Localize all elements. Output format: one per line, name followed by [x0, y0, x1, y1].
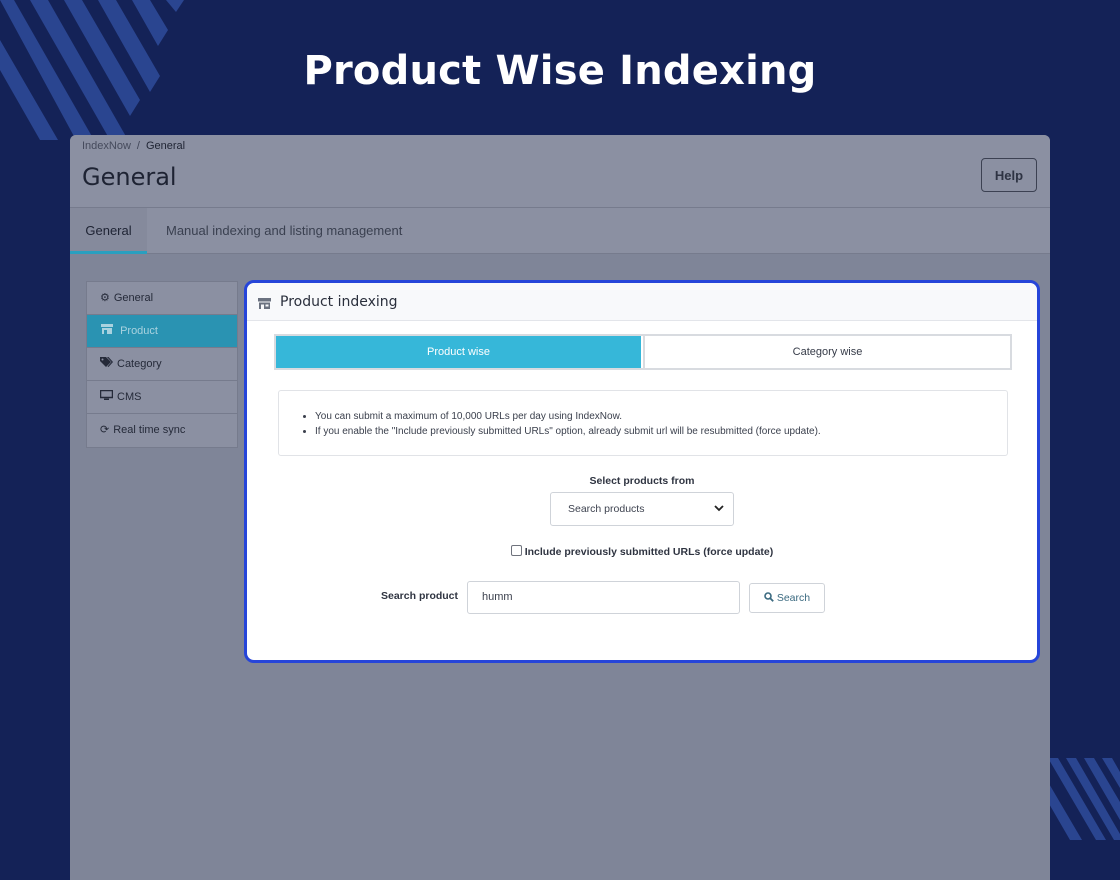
force-update-row: Include previously submitted URLs (force…: [247, 545, 1037, 558]
force-update-label[interactable]: Include previously submitted URLs (force…: [525, 546, 774, 558]
select-value: Search products: [568, 503, 645, 515]
select-products-dropdown[interactable]: Search products: [550, 492, 734, 526]
product-wise-button[interactable]: Product wise: [276, 336, 641, 368]
breadcrumb-item-general: General: [145, 140, 186, 152]
tab-manual-indexing[interactable]: Manual indexing and listing management: [166, 208, 402, 254]
page-title: General: [82, 163, 177, 191]
search-button[interactable]: Search: [749, 583, 825, 613]
force-update-checkbox[interactable]: [510, 545, 522, 556]
info-item: You can submit a maximum of 10,000 URLs …: [315, 409, 1007, 424]
panel-title: Product indexing: [280, 294, 398, 310]
hero-title: Product Wise Indexing: [303, 48, 817, 94]
tags-icon: [100, 348, 113, 380]
sidebar-item-cms[interactable]: CMS: [87, 381, 237, 414]
sidebar-item-general[interactable]: ⚙ General: [87, 282, 237, 315]
sidebar-menu: ⚙ General Product Category CMS ⟳ Real time…: [86, 281, 238, 448]
refresh-icon: ⟳: [100, 424, 110, 436]
tab-bar: General Manual indexing and listing mana…: [70, 208, 1050, 254]
sidebar-item-label: CMS: [117, 391, 142, 403]
sidebar-item-label: Category: [117, 358, 162, 370]
search-product-label: Search product: [381, 590, 459, 602]
breadcrumb: IndexNow / General: [82, 140, 185, 152]
sidebar-item-label: Real time sync: [113, 424, 186, 436]
gear-icon: ⚙: [100, 292, 110, 304]
category-wise-button[interactable]: Category wise: [643, 336, 1010, 368]
search-icon: [764, 592, 777, 604]
sidebar-item-label: Product: [120, 325, 158, 337]
help-button[interactable]: Help: [981, 158, 1037, 192]
sidebar-item-label: General: [113, 292, 154, 304]
product-indexing-panel: Product indexing Product wise Category w…: [244, 280, 1040, 663]
decorative-stripes-bottom-right: [1048, 758, 1120, 840]
breadcrumb-separator: /: [136, 140, 140, 152]
monitor-icon: [99, 381, 114, 413]
sidebar-item-real-time-sync[interactable]: ⟳ Real time sync: [87, 414, 237, 447]
sidebar-item-category[interactable]: Category: [87, 348, 237, 381]
select-products-label: Select products from: [589, 475, 695, 487]
info-item: If you enable the "Include previously su…: [315, 424, 1007, 439]
search-product-input[interactable]: humm: [467, 581, 740, 614]
chevron-down-icon: [714, 493, 724, 525]
breadcrumb-item-indexnow[interactable]: IndexNow: [82, 140, 131, 152]
search-button-label: Search: [776, 592, 811, 604]
indexing-mode-switcher: Product wise Category wise: [274, 334, 1012, 370]
page-header: IndexNow / General General Help: [70, 135, 1050, 208]
tab-general[interactable]: General: [70, 208, 147, 254]
panel-header: Product indexing: [247, 283, 1037, 321]
sidebar-item-product[interactable]: Product: [87, 315, 237, 348]
store-icon: [258, 296, 271, 314]
info-box: You can submit a maximum of 10,000 URLs …: [278, 390, 1008, 456]
store-icon: [101, 315, 113, 347]
